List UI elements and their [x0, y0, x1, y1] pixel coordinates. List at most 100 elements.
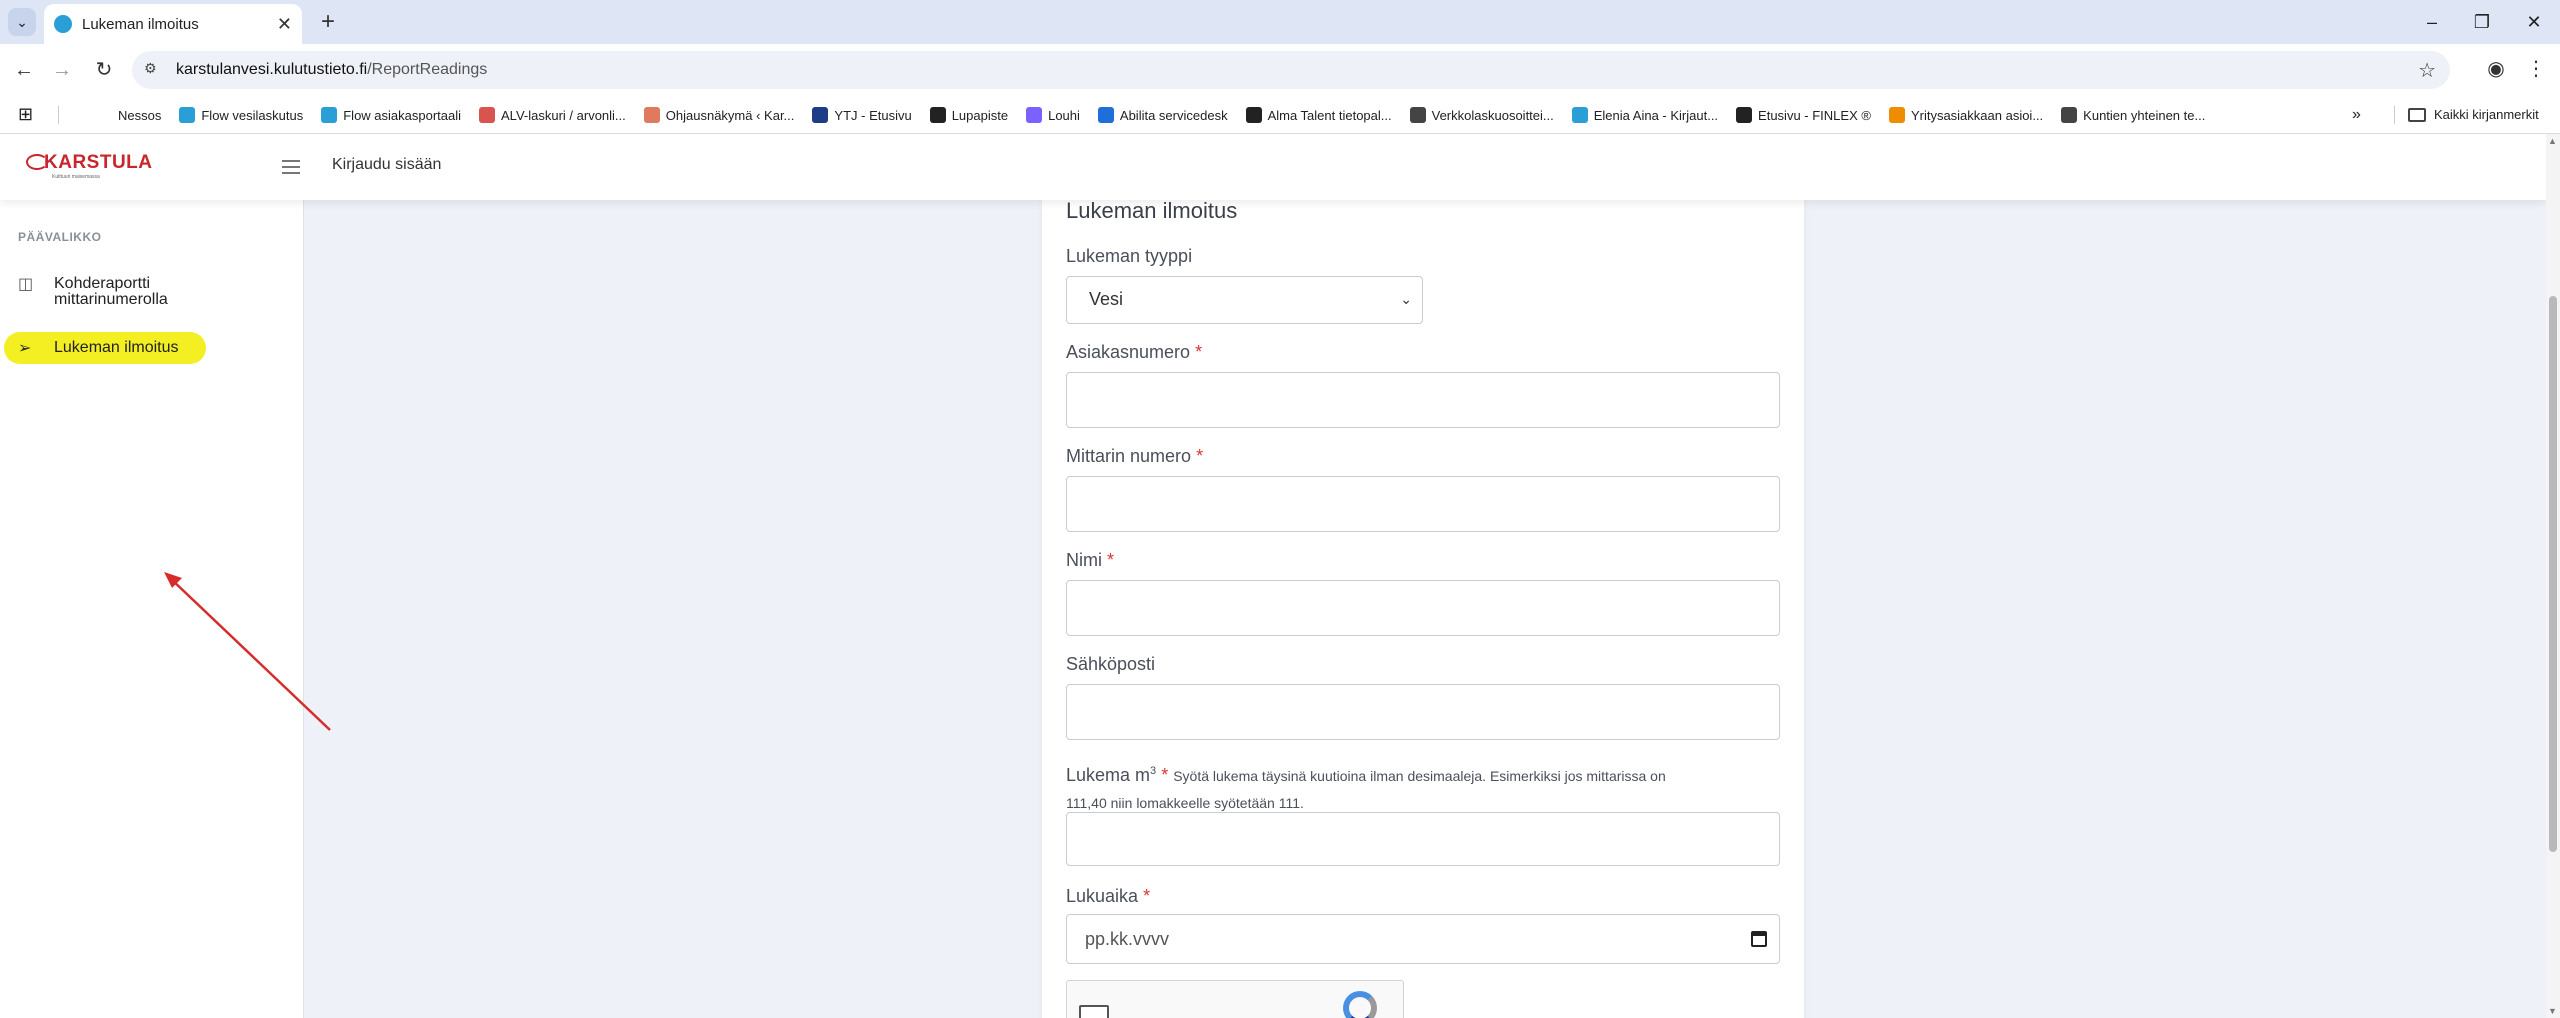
bookmark-item[interactable]: Flow asiakasportaali: [321, 107, 461, 123]
email-input[interactable]: [1066, 684, 1780, 740]
customer-number-input[interactable]: [1066, 372, 1780, 428]
bookmark-label: Nessos: [118, 107, 162, 123]
bookmark-divider: [58, 106, 59, 124]
reading-input[interactable]: [1066, 812, 1780, 866]
bookmark-favicon-icon: [1097, 107, 1114, 123]
apps-grid-icon[interactable]: ⊞: [18, 104, 33, 125]
forward-icon[interactable]: →: [48, 56, 76, 84]
reading-hint-line2: 111,40 niin lomakkeelle syötetään 111.: [1066, 795, 1304, 811]
all-bookmarks-button[interactable]: Kaikki kirjanmerkit: [2408, 107, 2539, 122]
sidebar-item-label: Lukeman ilmoitus: [54, 339, 179, 356]
restore-icon[interactable]: ❐: [2462, 8, 2502, 36]
karstula-logo[interactable]: KARSTULA Kulttuuri maisemassa: [26, 152, 156, 188]
required-marker: *: [1195, 342, 1203, 362]
bookmark-item[interactable]: Abilita servicedesk: [1097, 107, 1228, 123]
bookmark-divider: [2394, 106, 2395, 124]
reading-date-label: Lukuaika *: [1066, 886, 1150, 907]
folder-icon: [2408, 107, 2426, 122]
bookmark-item[interactable]: Flow vesilaskutus: [179, 107, 303, 123]
red-annotation-arrow: [164, 572, 331, 731]
bookmark-label: Yritysasiakkaan asioi...: [1910, 107, 2044, 123]
minimize-icon[interactable]: –: [2412, 8, 2452, 36]
bookmark-label: Alma Talent tietopal...: [1267, 107, 1392, 123]
bookmark-list: Nessos Flow vesilaskutus Flow asiakasporta…: [96, 96, 2223, 134]
bookmark-favicon-icon: [96, 107, 112, 123]
site-info-icon[interactable]: ⚙: [144, 60, 164, 80]
browser-tab[interactable]: Lukeman ilmoitus ✕: [44, 4, 302, 44]
bookmark-favicon-icon: [1571, 107, 1588, 123]
bookmark-item[interactable]: YTJ - Etusivu: [812, 107, 912, 123]
scroll-up-icon[interactable]: ▲: [2548, 136, 2557, 146]
address-bar[interactable]: ⚙ karstulanvesi.kulutustieto.fi/ReportRe…: [132, 51, 2450, 89]
tab-title: Lukeman ilmoitus: [82, 15, 199, 33]
sidebar-item-kohderaportti[interactable]: ◫ Kohderaportti mittarinumerolla: [18, 276, 288, 308]
new-tab-button[interactable]: +: [314, 8, 342, 36]
bookmark-favicon-icon: [1736, 107, 1753, 123]
bookmark-item[interactable]: Louhi: [1026, 107, 1080, 123]
bookmark-item[interactable]: Verkkolaskuosoittei...: [1409, 107, 1554, 123]
url-host: karstulanvesi.kulutustieto.fi: [176, 61, 368, 78]
bookmark-item[interactable]: Kuntien yhteinen te...: [2061, 107, 2205, 123]
bookmark-favicon-icon: [179, 107, 196, 123]
logo-subtitle: Kulttuuri maisemassa: [52, 174, 100, 180]
bookmark-favicon-icon: [2061, 107, 2078, 123]
bookmark-favicon-icon: [1026, 107, 1043, 123]
url-path: /ReportReadings: [367, 61, 488, 78]
bookmark-item[interactable]: ALV-laskuri / arvonli...: [479, 107, 626, 123]
bookmark-label: Elenia Aina - Kirjaut...: [1593, 107, 1719, 123]
page-viewport: KARSTULA Kulttuuri maisemassa Kirjaudu s…: [0, 134, 2546, 1018]
bookmark-favicon-icon: [1245, 107, 1262, 123]
menu-dots-icon[interactable]: ⋮: [2522, 56, 2550, 81]
reading-unit-sup: 3: [1150, 765, 1157, 777]
recaptcha-widget: [1066, 980, 1404, 1018]
required-marker: *: [1143, 886, 1151, 906]
bookmark-label: Verkkolaskuosoittei...: [1431, 107, 1554, 123]
bookmark-label: Ohjausnäkymä ‹ Kar...: [665, 107, 795, 123]
page-scrollbar[interactable]: ▲ ▼: [2546, 134, 2560, 1018]
bookmark-item[interactable]: Nessos: [96, 107, 161, 123]
back-icon[interactable]: ←: [10, 56, 38, 84]
bookmark-favicon-icon: [321, 107, 338, 123]
reading-type-value: Vesi: [1089, 289, 1124, 309]
close-window-icon[interactable]: ✕: [2514, 8, 2554, 36]
app-header: KARSTULA Kulttuuri maisemassa Kirjaudu s…: [0, 134, 2546, 200]
sidebar-item-lukeman-ilmoitus[interactable]: ➢ Lukeman ilmoitus: [18, 340, 288, 358]
meter-number-label: Mittarin numero *: [1066, 446, 1203, 467]
profile-icon[interactable]: ◉: [2482, 56, 2510, 81]
form-title: Lukeman ilmoitus: [1066, 198, 1238, 223]
name-input[interactable]: [1066, 580, 1780, 636]
bookmark-item[interactable]: Elenia Aina - Kirjaut...: [1571, 107, 1719, 123]
bookmarks-bar: ⊞ Nessos Flow vesilaskutus Flow asiakaspor…: [0, 96, 2560, 134]
more-bookmarks-icon[interactable]: »: [2352, 106, 2361, 124]
tab-search-button[interactable]: ⌄: [8, 8, 36, 36]
date-placeholder: pp.kk.vvvv: [1085, 929, 1170, 949]
bookmark-item[interactable]: Etusivu - FINLEX ®: [1736, 107, 1871, 123]
name-label-text: Nimi: [1066, 550, 1102, 570]
meter-number-input[interactable]: [1066, 476, 1780, 532]
reading-date-input[interactable]: pp.kk.vvvv: [1066, 914, 1780, 964]
bookmark-star-icon[interactable]: ☆: [2418, 58, 2436, 83]
login-link[interactable]: Kirjaudu sisään: [332, 156, 441, 174]
sidebar: PÄÄVALIKKO ◫ Kohderaportti mittarinumero…: [0, 200, 331, 1018]
report-form-card: Lukeman ilmoitus Lukeman tyyppi Vesi ⌄ A…: [1042, 134, 1804, 1018]
bookmark-item[interactable]: Lupapiste: [929, 107, 1008, 123]
close-tab-icon[interactable]: ✕: [277, 14, 292, 35]
reading-type-label: Lukeman tyyppi: [1066, 246, 1193, 266]
bookmark-item[interactable]: Alma Talent tietopal...: [1245, 107, 1392, 123]
bookmark-favicon-icon: [643, 107, 660, 123]
calendar-icon[interactable]: [1751, 931, 1767, 947]
reading-type-select[interactable]: Vesi ⌄: [1066, 276, 1423, 324]
reading-date-label-text: Lukuaika: [1066, 886, 1139, 906]
bookmark-item[interactable]: Yritysasiakkaan asioi...: [1888, 107, 2044, 123]
bookmark-item[interactable]: Ohjausnäkymä ‹ Kar...: [643, 107, 795, 123]
reload-icon[interactable]: ↻: [90, 56, 118, 84]
sidebar-item-label-line2: mittarinumerolla: [54, 291, 168, 308]
bookmark-favicon-icon: [1888, 107, 1905, 123]
scrollbar-thumb[interactable]: [2549, 296, 2557, 852]
hamburger-menu-icon[interactable]: [282, 160, 300, 174]
scroll-down-icon[interactable]: ▼: [2548, 1006, 2557, 1016]
bookmark-label: YTJ - Etusivu: [834, 107, 912, 123]
browser-tab-bar: ⌄ Lukeman ilmoitus ✕ + – ❐ ✕: [0, 0, 2560, 44]
recaptcha-checkbox[interactable]: [1079, 1005, 1109, 1018]
reading-label-text: Lukema m: [1066, 765, 1151, 785]
